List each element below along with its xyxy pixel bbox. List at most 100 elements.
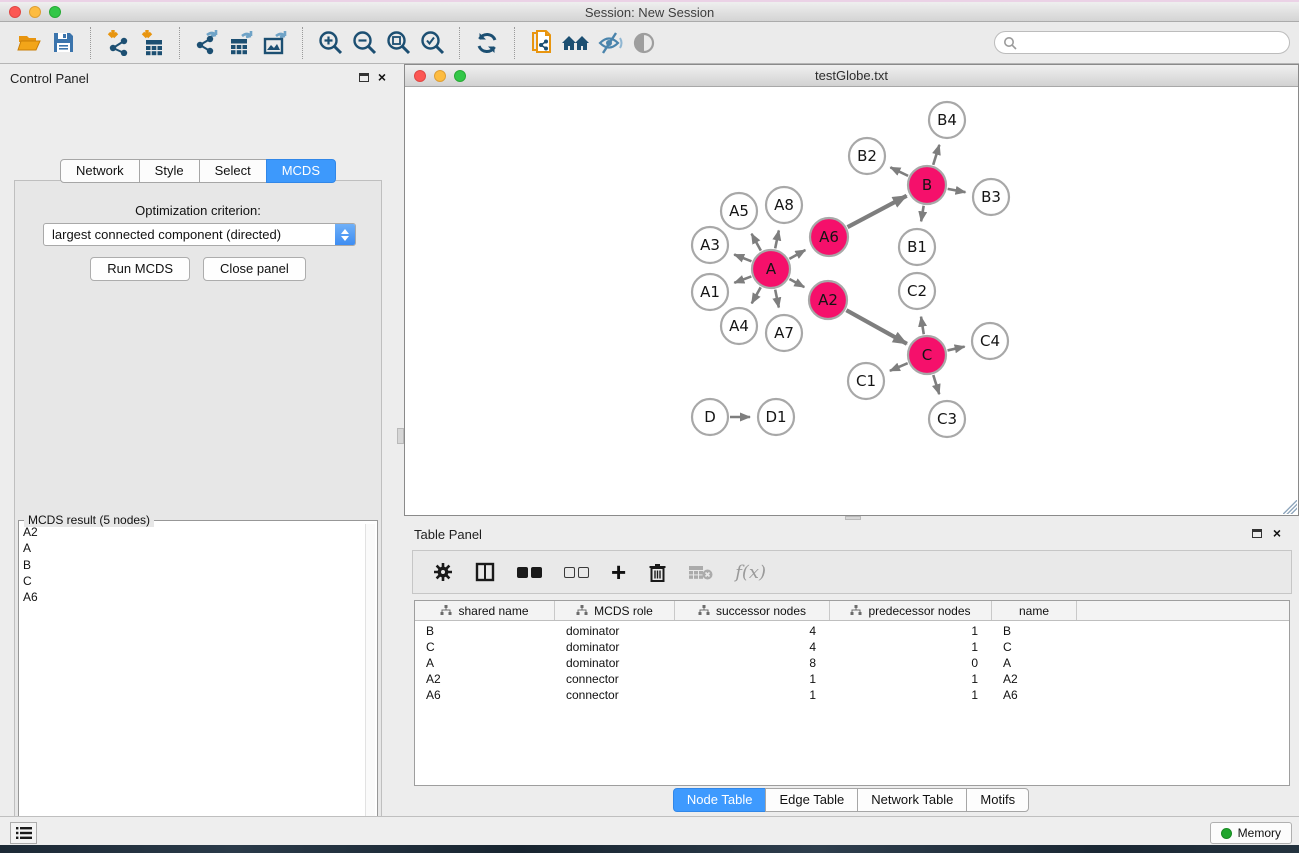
- tab-style[interactable]: Style: [139, 159, 200, 183]
- result-list-item[interactable]: B: [23, 557, 363, 573]
- gear-icon: [433, 562, 453, 582]
- status-bar: Memory: [0, 816, 1299, 845]
- tab-network[interactable]: Network: [60, 159, 140, 183]
- cell-predecessor-nodes[interactable]: 1: [830, 624, 992, 640]
- search-input[interactable]: [1022, 36, 1281, 50]
- cell-name[interactable]: A6: [992, 688, 1077, 704]
- column-header-predecessor-nodes[interactable]: predecessor nodes: [830, 601, 992, 620]
- close-panel-icon[interactable]: ×: [378, 69, 386, 85]
- table-row[interactable]: A6connector11A6: [415, 688, 1289, 704]
- node-table: shared nameMCDS rolesuccessor nodesprede…: [414, 600, 1290, 786]
- cell-name[interactable]: A2: [992, 672, 1077, 688]
- import-network-button[interactable]: [101, 26, 135, 60]
- graph-edge-A-A6: [789, 250, 805, 259]
- delete-column-button[interactable]: [648, 562, 667, 583]
- cell-MCDS-role[interactable]: connector: [555, 672, 675, 688]
- export-table-button[interactable]: [224, 26, 258, 60]
- function-builder-button[interactable]: f(x): [735, 562, 766, 583]
- cell-predecessor-nodes[interactable]: 0: [830, 656, 992, 672]
- cell-shared-name[interactable]: C: [415, 640, 555, 656]
- select-all-button[interactable]: [517, 567, 542, 578]
- zoom-fit-button[interactable]: [381, 26, 415, 60]
- clone-network-button[interactable]: [525, 26, 559, 60]
- tab-motifs[interactable]: Motifs: [966, 788, 1029, 812]
- network-view-window: testGlobe.txt B4B2BB3A5A8A6A3B1AA1C2A2A4…: [404, 64, 1299, 516]
- save-session-button[interactable]: [46, 26, 80, 60]
- cell-shared-name[interactable]: A2: [415, 672, 555, 688]
- tab-node-table[interactable]: Node Table: [673, 788, 767, 812]
- table-row[interactable]: Cdominator41C: [415, 640, 1289, 656]
- table-row[interactable]: Adominator80A: [415, 656, 1289, 672]
- task-history-button[interactable]: [10, 822, 37, 844]
- cell-shared-name[interactable]: A: [415, 656, 555, 672]
- tab-mcds[interactable]: MCDS: [266, 159, 336, 183]
- cell-successor-nodes[interactable]: 1: [675, 672, 830, 688]
- cell-name[interactable]: A: [992, 656, 1077, 672]
- tab-edge-table[interactable]: Edge Table: [765, 788, 858, 812]
- network-canvas[interactable]: B4B2BB3A5A8A6A3B1AA1C2A2A4A7C4CC1DD1C3: [405, 87, 1298, 515]
- column-header-MCDS-role[interactable]: MCDS role: [555, 601, 675, 620]
- float-panel-icon[interactable]: [359, 73, 369, 82]
- search-field[interactable]: [994, 31, 1290, 54]
- column-header-successor-nodes[interactable]: successor nodes: [675, 601, 830, 620]
- hide-selected-button[interactable]: [593, 26, 627, 60]
- optimization-criterion-select[interactable]: largest connected component (directed): [43, 223, 356, 246]
- cell-shared-name[interactable]: B: [415, 624, 555, 640]
- create-column-button[interactable]: +: [611, 562, 626, 582]
- show-columns-button[interactable]: [475, 562, 495, 582]
- cell-successor-nodes[interactable]: 1: [675, 688, 830, 704]
- open-folder-icon: [16, 29, 43, 56]
- close-panel-button[interactable]: Close panel: [203, 257, 306, 281]
- resize-grip-icon[interactable]: [1283, 500, 1297, 514]
- cell-shared-name[interactable]: A6: [415, 688, 555, 704]
- delete-table-button[interactable]: [689, 564, 713, 580]
- import-table-button[interactable]: [135, 26, 169, 60]
- close-panel-icon[interactable]: ×: [1273, 525, 1281, 541]
- cell-MCDS-role[interactable]: dominator: [555, 656, 675, 672]
- result-list-item[interactable]: A2: [23, 524, 363, 540]
- float-panel-icon[interactable]: [1252, 529, 1262, 538]
- open-session-button[interactable]: [12, 26, 46, 60]
- cell-MCDS-role[interactable]: dominator: [555, 624, 675, 640]
- table-row[interactable]: Bdominator41B: [415, 624, 1289, 640]
- result-list-item[interactable]: A: [23, 540, 363, 556]
- cell-successor-nodes[interactable]: 4: [675, 624, 830, 640]
- combo-stepper-icon: [335, 224, 355, 245]
- show-all-button[interactable]: [627, 26, 661, 60]
- graph-node-label: A1: [700, 283, 720, 301]
- splitter-grip[interactable]: [397, 428, 404, 444]
- column-header-shared-name[interactable]: shared name: [415, 601, 555, 620]
- tab-select[interactable]: Select: [199, 159, 267, 183]
- cell-predecessor-nodes[interactable]: 1: [830, 688, 992, 704]
- vertical-splitter[interactable]: [397, 64, 404, 816]
- cell-predecessor-nodes[interactable]: 1: [830, 672, 992, 688]
- deselect-all-button[interactable]: [564, 567, 589, 578]
- export-network-button[interactable]: [190, 26, 224, 60]
- toolbar-separator: [514, 27, 515, 59]
- result-list-item[interactable]: C: [23, 573, 363, 589]
- table-settings-button[interactable]: [433, 562, 453, 582]
- graph-node-label: A: [766, 260, 777, 278]
- graph-edge-C-C1: [890, 363, 908, 371]
- cell-name[interactable]: B: [992, 624, 1077, 640]
- cell-MCDS-role[interactable]: dominator: [555, 640, 675, 656]
- column-header-name[interactable]: name: [992, 601, 1077, 620]
- home-layout-button[interactable]: [559, 26, 593, 60]
- cell-name[interactable]: C: [992, 640, 1077, 656]
- result-scrollbar[interactable]: [365, 524, 375, 853]
- tab-network-table[interactable]: Network Table: [857, 788, 967, 812]
- table-row[interactable]: A2connector11A2: [415, 672, 1289, 688]
- zoom-selected-button[interactable]: [415, 26, 449, 60]
- cell-successor-nodes[interactable]: 4: [675, 640, 830, 656]
- result-list-item[interactable]: A6: [23, 589, 363, 605]
- export-image-button[interactable]: [258, 26, 292, 60]
- memory-button[interactable]: Memory: [1210, 822, 1292, 844]
- cell-MCDS-role[interactable]: connector: [555, 688, 675, 704]
- zoom-out-button[interactable]: [347, 26, 381, 60]
- run-mcds-button[interactable]: Run MCDS: [90, 257, 190, 281]
- mcds-result-list[interactable]: A2ABCA6: [23, 524, 363, 853]
- cell-successor-nodes[interactable]: 8: [675, 656, 830, 672]
- zoom-in-button[interactable]: [313, 26, 347, 60]
- cell-predecessor-nodes[interactable]: 1: [830, 640, 992, 656]
- refresh-button[interactable]: [470, 26, 504, 60]
